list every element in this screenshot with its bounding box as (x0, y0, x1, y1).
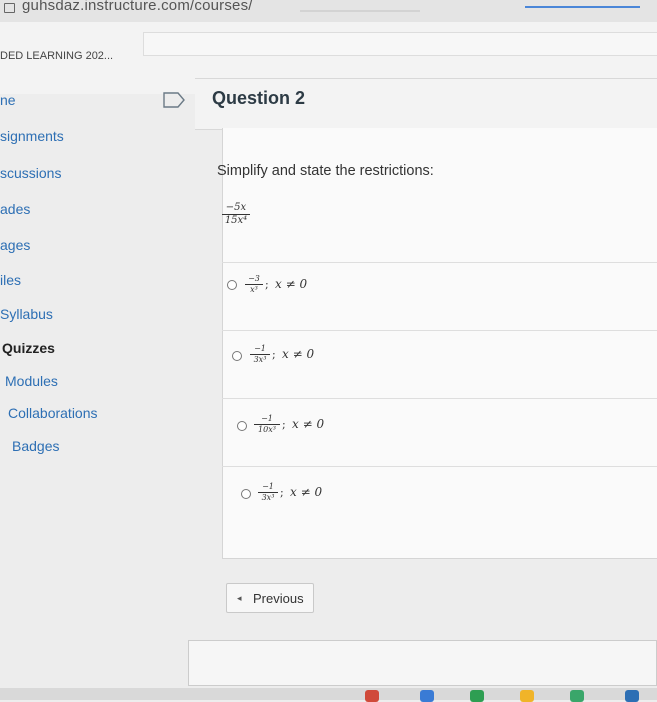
answer-numerator: −1 (262, 482, 274, 491)
answer-fraction: −3 x³ (245, 275, 263, 294)
answer-option[interactable]: −1 3x³ ; x ≠ 0 (226, 342, 626, 372)
answer-radio[interactable] (227, 280, 237, 290)
sidebar-item-pages[interactable]: ages (0, 237, 30, 253)
answer-separator: ; (265, 278, 269, 291)
answer-restriction: x ≠ 0 (292, 417, 325, 431)
sidebar-item-quizzes[interactable]: Quizzes (2, 340, 55, 356)
sidebar-item-modules[interactable]: Modules (5, 373, 58, 389)
answer-denominator: x³ (250, 285, 258, 294)
answer-separator: ; (272, 348, 276, 361)
answer-restriction: x ≠ 0 (275, 277, 308, 291)
active-tab-indicator (525, 6, 640, 8)
answer-radio[interactable] (232, 351, 242, 361)
sidebar-item-discussions[interactable]: scussions (0, 165, 61, 181)
divider (222, 330, 657, 331)
answer-fraction: −1 3x³ (258, 483, 278, 502)
answer-separator: ; (280, 486, 284, 499)
question-title: Question 2 (212, 88, 306, 108)
bookmark-flag-icon[interactable] (163, 92, 185, 108)
url-text[interactable]: guhsdaz.instructure.com/courses/ (22, 0, 253, 14)
question-expression: −5x 15x⁴ (222, 203, 250, 226)
answer-denominator: 10x³ (258, 425, 276, 434)
chevron-left-icon: ◂ (237, 593, 242, 603)
answer-option[interactable]: −3 x³ ; x ≠ 0 (222, 272, 622, 302)
answer-numerator: −3 (248, 274, 260, 283)
divider (222, 262, 657, 263)
previous-label: Previous (253, 591, 304, 606)
divider (222, 398, 657, 399)
expression-numerator: −5x (225, 202, 247, 213)
previous-button[interactable]: ◂ Previous (226, 583, 314, 613)
answer-denominator: 3x³ (253, 355, 267, 364)
sidebar-item-home[interactable]: ne (0, 92, 16, 108)
tab-icon (4, 3, 15, 13)
tab-indicator (300, 10, 420, 12)
question-prompt: Simplify and state the restrictions: (217, 163, 434, 179)
taskbar-app-icon[interactable] (420, 690, 434, 702)
answer-numerator: −1 (254, 344, 266, 353)
answer-fraction: −1 10x³ (254, 415, 280, 434)
answer-radio[interactable] (237, 421, 247, 431)
answer-denominator: 3x³ (261, 493, 275, 502)
answer-restriction: x ≠ 0 (282, 347, 315, 361)
taskbar-app-icon[interactable] (470, 690, 484, 702)
sidebar-item-syllabus[interactable]: Syllabus (0, 306, 53, 322)
sidebar-item-grades[interactable]: ades (0, 201, 30, 217)
taskbar-app-icon[interactable] (570, 690, 584, 702)
taskbar-app-icon[interactable] (625, 690, 639, 702)
answer-radio[interactable] (241, 489, 251, 499)
answer-option[interactable]: −1 10x³ ; x ≠ 0 (230, 412, 630, 442)
sidebar-item-badges[interactable]: Badges (12, 438, 59, 454)
answer-separator: ; (282, 418, 286, 431)
answer-option[interactable]: −1 3x³ ; x ≠ 0 (234, 480, 634, 510)
sidebar-item-files[interactable]: iles (0, 272, 21, 288)
answer-numerator: −1 (261, 414, 273, 423)
answer-restriction: x ≠ 0 (290, 485, 323, 499)
taskbar-app-icon[interactable] (365, 690, 379, 702)
answer-fraction: −1 3x³ (250, 345, 270, 364)
taskbar-app-icon[interactable] (520, 690, 534, 702)
course-title[interactable]: DED LEARNING 202... (0, 50, 113, 62)
breadcrumb-bar (143, 32, 657, 56)
divider (222, 466, 657, 467)
sidebar-item-assignments[interactable]: signments (0, 128, 64, 144)
browser-bar: guhsdaz.instructure.com/courses/ (0, 0, 657, 22)
expression-denominator: 15x⁴ (224, 215, 248, 226)
footer-panel (188, 640, 657, 686)
taskbar (0, 688, 657, 700)
sidebar-item-collaborations[interactable]: Collaborations (8, 405, 98, 421)
